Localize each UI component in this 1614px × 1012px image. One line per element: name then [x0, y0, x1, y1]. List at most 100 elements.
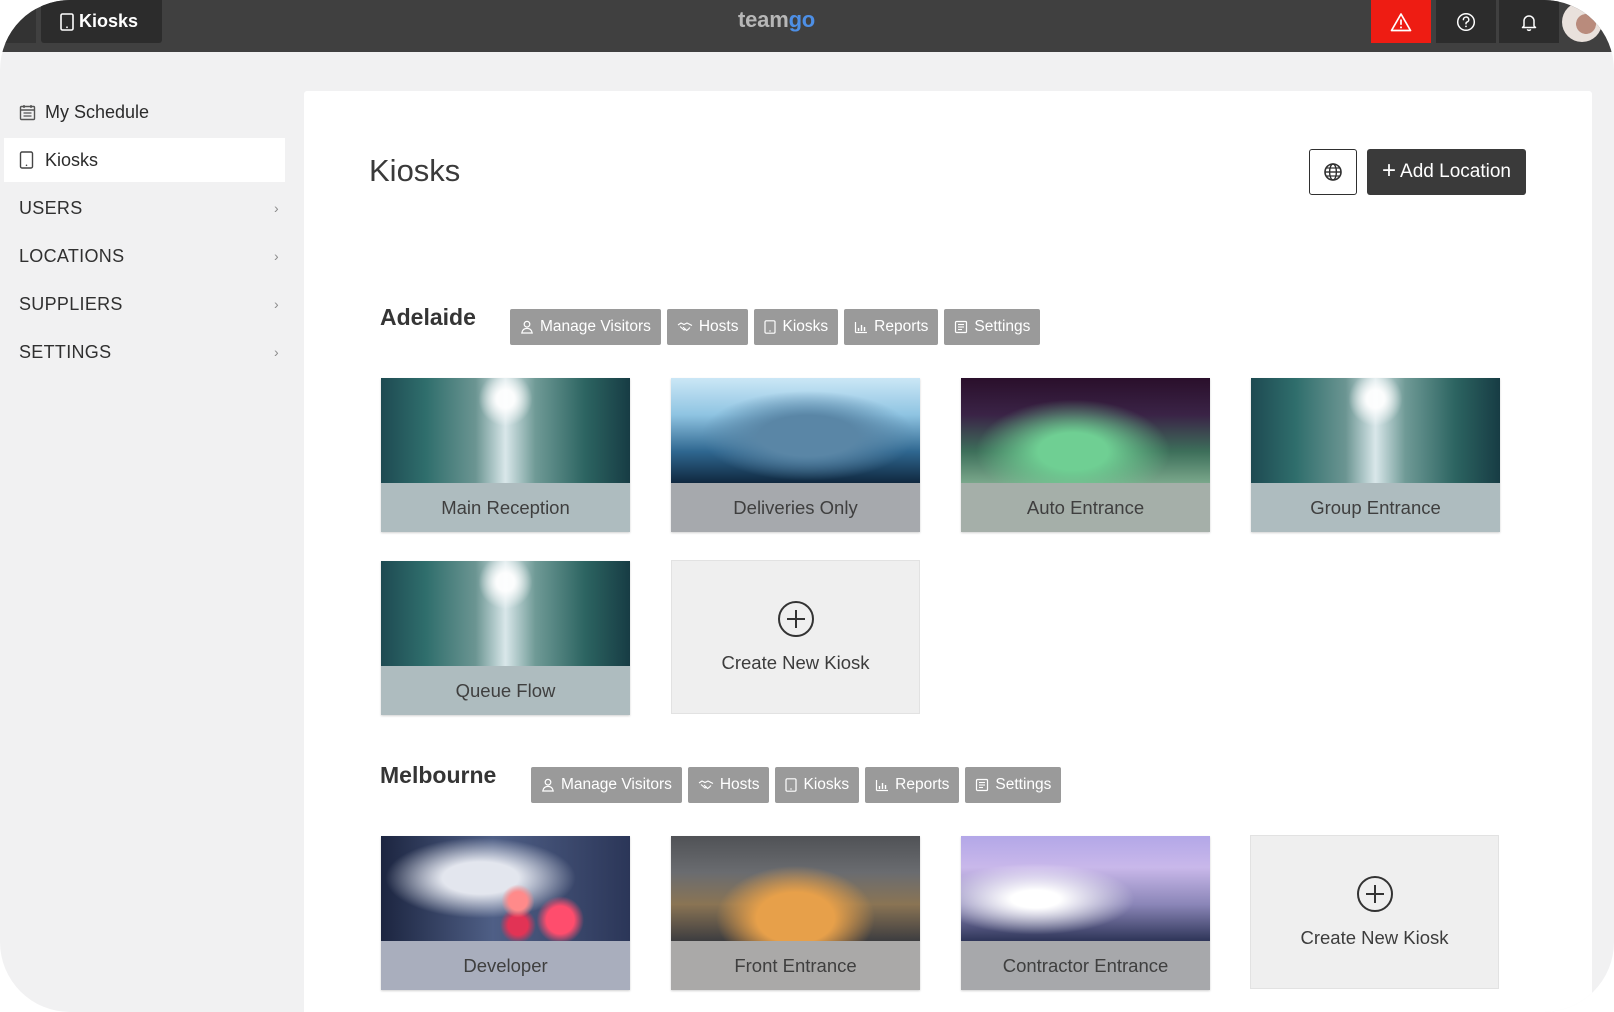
plus-icon: +: [1382, 157, 1397, 184]
sidebar-item-my-schedule[interactable]: My Schedule: [0, 90, 290, 134]
manage-visitors-button[interactable]: Manage Visitors: [531, 767, 682, 803]
plus-circle-icon: [777, 601, 814, 637]
create-kiosk-card[interactable]: Create New Kiosk: [1250, 835, 1499, 989]
sidebar-item-kiosks[interactable]: Kiosks: [4, 138, 285, 182]
chevron-right-icon: ›: [274, 248, 279, 264]
sidebar-item-users[interactable]: USERS ›: [0, 186, 290, 230]
sidebar-item-label: USERS: [19, 197, 83, 218]
handshake-icon: [677, 322, 693, 332]
tab-stub[interactable]: [0, 0, 36, 43]
tablet-icon: [19, 151, 37, 169]
kiosk-name: Queue Flow: [381, 666, 630, 715]
settings-doc-icon: [976, 778, 989, 792]
brand-go: go: [788, 7, 816, 32]
sidebar-item-label: SUPPLIERS: [19, 293, 123, 314]
pill-label: Reports: [874, 318, 929, 335]
kiosk-thumbnail: [961, 836, 1210, 941]
kiosk-card-deliveries-only[interactable]: Deliveries Only: [671, 378, 920, 532]
kiosk-name: Auto Entrance: [961, 483, 1210, 532]
kiosk-card-auto-entrance[interactable]: Auto Entrance: [961, 378, 1210, 532]
add-location-label: Add Location: [1400, 161, 1511, 182]
user-icon: [521, 320, 533, 334]
sidebar-item-label: Kiosks: [45, 149, 99, 170]
kiosks-button[interactable]: Kiosks: [754, 309, 839, 345]
kiosk-name: Group Entrance: [1251, 483, 1500, 532]
alert-button[interactable]: [1371, 0, 1431, 43]
brand-team: team: [738, 7, 789, 32]
bar-chart-icon: [876, 780, 889, 792]
pill-label: Manage Visitors: [540, 318, 651, 335]
location-actions-melbourne: Manage Visitors Hosts Kiosks Reports Set…: [531, 767, 1062, 803]
calendar-icon: [19, 103, 37, 121]
main-panel: Kiosks + Add Location Adelaide Manage Vi…: [304, 91, 1592, 1012]
location-actions-adelaide: Manage Visitors Hosts Kiosks Reports Set…: [510, 309, 1041, 345]
pill-label: Settings: [995, 776, 1052, 793]
hosts-button[interactable]: Hosts: [687, 767, 770, 803]
kiosk-card-group-entrance[interactable]: Group Entrance: [1251, 378, 1500, 532]
tab-label: Kiosks: [79, 11, 139, 31]
kiosk-thumbnail: [1251, 378, 1500, 483]
app-frame: Kiosks teamgo My Schedule Kiosks USERS ›…: [0, 0, 1614, 1012]
reports-button[interactable]: Reports: [865, 767, 960, 803]
tab-kiosks[interactable]: Kiosks: [41, 0, 162, 43]
language-button[interactable]: [1309, 149, 1357, 195]
sidebar-item-label: LOCATIONS: [19, 245, 125, 266]
bell-icon: [1521, 14, 1537, 31]
help-button[interactable]: [1436, 0, 1496, 43]
brand-logo: teamgo: [738, 7, 815, 33]
chevron-right-icon: ›: [274, 200, 279, 216]
kiosk-card-main-reception[interactable]: Main Reception: [381, 378, 630, 532]
sidebar-item-suppliers[interactable]: SUPPLIERS ›: [0, 282, 290, 326]
chevron-right-icon: ›: [274, 344, 279, 360]
pill-label: Reports: [895, 776, 950, 793]
sidebar-item-settings[interactable]: SETTINGS ›: [0, 330, 290, 374]
pill-label: Manage Visitors: [561, 776, 672, 793]
kiosk-card-contractor-entrance[interactable]: Contractor Entrance: [961, 836, 1210, 990]
settings-button[interactable]: Settings: [944, 309, 1041, 345]
tablet-icon: [785, 778, 798, 792]
plus-circle-icon: [1356, 876, 1393, 912]
notification-button[interactable]: [1499, 0, 1559, 43]
sidebar-item-locations[interactable]: LOCATIONS ›: [0, 234, 290, 278]
tablet-icon: [764, 320, 777, 334]
kiosk-thumbnail: [381, 561, 630, 666]
sidebar: My Schedule Kiosks USERS › LOCATIONS › S…: [0, 90, 290, 378]
reports-button[interactable]: Reports: [844, 309, 939, 345]
pill-label: Hosts: [719, 776, 760, 793]
kiosks-button[interactable]: Kiosks: [775, 767, 860, 803]
kiosk-card-developer[interactable]: Developer: [381, 836, 630, 990]
create-kiosk-label: Create New Kiosk: [1300, 927, 1449, 948]
kiosk-thumbnail: [671, 378, 920, 483]
help-circle-icon: [1456, 12, 1476, 31]
kiosk-name: Developer: [381, 941, 630, 990]
warning-icon: [1390, 12, 1412, 31]
add-location-button[interactable]: + Add Location: [1367, 149, 1526, 195]
sidebar-item-label: My Schedule: [45, 101, 150, 122]
kiosk-thumbnail: [381, 378, 630, 483]
location-title-adelaide: Adelaide: [380, 304, 476, 330]
bar-chart-icon: [855, 322, 868, 334]
kiosk-card-queue-flow[interactable]: Queue Flow: [381, 561, 630, 715]
kiosk-name: Front Entrance: [671, 941, 920, 990]
kiosk-card-front-entrance[interactable]: Front Entrance: [671, 836, 920, 990]
hosts-button[interactable]: Hosts: [666, 309, 749, 345]
tablet-icon: [60, 12, 74, 31]
user-avatar[interactable]: [1562, 2, 1602, 42]
pill-label: Kiosks: [803, 776, 850, 793]
kiosk-thumbnail: [671, 836, 920, 941]
create-kiosk-card[interactable]: Create New Kiosk: [671, 560, 920, 714]
page-title: Kiosks: [369, 153, 461, 188]
kiosk-name: Main Reception: [381, 483, 630, 532]
pill-label: Hosts: [698, 318, 739, 335]
create-kiosk-label: Create New Kiosk: [721, 652, 870, 673]
top-bar: Kiosks teamgo: [0, 0, 1614, 52]
settings-button[interactable]: Settings: [965, 767, 1062, 803]
handshake-icon: [698, 780, 714, 790]
location-title-melbourne: Melbourne: [380, 762, 497, 788]
manage-visitors-button[interactable]: Manage Visitors: [510, 309, 661, 345]
sidebar-item-label: SETTINGS: [19, 341, 112, 362]
chevron-right-icon: ›: [274, 296, 279, 312]
kiosk-name: Deliveries Only: [671, 483, 920, 532]
settings-doc-icon: [955, 320, 968, 334]
kiosk-thumbnail: [381, 836, 630, 941]
